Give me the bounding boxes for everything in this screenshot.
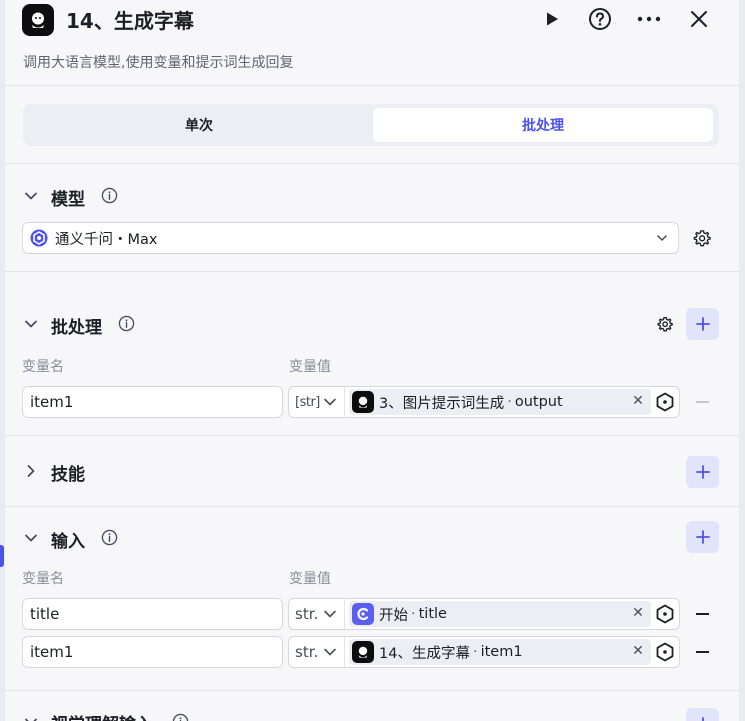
chevron-down-icon: [324, 610, 336, 618]
remove-row-button[interactable]: [693, 605, 711, 623]
ref-separator: ·: [411, 606, 416, 622]
variable-picker-icon[interactable]: [655, 642, 675, 662]
more-icon[interactable]: [635, 5, 663, 33]
ref-node-name: 开始: [379, 607, 408, 624]
llm-node-icon: [22, 4, 54, 36]
chevron-down-icon: [324, 648, 336, 656]
add-skill-button[interactable]: [686, 456, 719, 488]
model-section-title: 模型: [51, 190, 85, 210]
divider: [5, 690, 739, 691]
add-input-button[interactable]: [686, 521, 719, 553]
node-title[interactable]: 14、生成字幕: [66, 6, 194, 36]
plus-icon: [695, 530, 710, 544]
type-select[interactable]: str.: [289, 637, 345, 667]
llm-node-icon: [352, 641, 374, 663]
chevron-down-icon: [657, 235, 667, 242]
chevron-down-icon[interactable]: [23, 530, 39, 546]
batch-var-value-box: [str] 3、图片提示词生成 · output ✕: [288, 386, 680, 418]
gear-icon[interactable]: [657, 316, 673, 332]
plus-icon: [695, 465, 710, 479]
ref-var-name: item1: [480, 644, 523, 660]
start-node-icon: [352, 603, 374, 625]
canvas-edge-tab: [0, 545, 4, 567]
batch-var-name-input[interactable]: item1: [22, 386, 283, 418]
tab-single[interactable]: 单次: [27, 108, 371, 142]
close-icon[interactable]: [685, 5, 713, 33]
mode-tabs: 单次 批处理: [23, 104, 719, 146]
selected-model-label: 通义千问・Max: [55, 231, 158, 248]
add-batch-variable-button[interactable]: [686, 308, 719, 340]
variable-picker-icon[interactable]: [655, 392, 675, 412]
llm-node-icon: [352, 391, 374, 413]
model-select[interactable]: 通义千问・Max: [22, 222, 679, 254]
remove-row-button[interactable]: [693, 393, 711, 411]
node-description[interactable]: 调用大语言模型,使用变量和提示词生成回复: [23, 52, 293, 72]
type-label: str.: [295, 643, 319, 661]
qwen-logo-icon: [30, 229, 48, 247]
divider: [5, 271, 739, 272]
panel-header: 14、生成字幕 调用大语言模型,使用变量和提示词生成回复: [5, 0, 739, 86]
llm-node-panel: 14、生成字幕 调用大语言模型,使用变量和提示词生成回复 单次 批处理 模型 通…: [5, 0, 739, 721]
input-col-name: 变量名: [22, 571, 64, 587]
tab-batch[interactable]: 批处理: [373, 108, 713, 142]
input-var-value-box: str. 开始 · title ✕: [288, 598, 680, 630]
clear-icon[interactable]: ✕: [629, 392, 647, 410]
play-icon[interactable]: [538, 5, 566, 33]
help-icon[interactable]: [586, 5, 614, 33]
input-var-name-input[interactable]: title: [22, 598, 283, 630]
input-section-title: 输入: [51, 532, 85, 552]
ref-node-name: 3、图片提示词生成: [379, 395, 505, 412]
ref-separator: ·: [507, 394, 512, 410]
variable-reference-chip[interactable]: 开始 · title ✕: [349, 601, 651, 627]
clear-icon[interactable]: ✕: [629, 604, 647, 622]
ref-var-name: title: [418, 606, 447, 622]
remove-row-button[interactable]: [693, 643, 711, 661]
divider: [5, 506, 739, 507]
chevron-down-icon: [324, 398, 336, 406]
gear-icon[interactable]: [693, 229, 711, 247]
input-var-value-box: str. 14、生成字幕 · item1 ✕: [288, 636, 680, 668]
ref-separator: ·: [472, 644, 478, 660]
variable-picker-icon[interactable]: [655, 604, 675, 624]
type-label: str.: [295, 605, 319, 623]
skills-section-title: 技能: [51, 465, 85, 485]
divider: [5, 163, 739, 164]
ref-node-name: 14、生成字幕: [379, 645, 470, 662]
clear-icon[interactable]: ✕: [629, 642, 647, 660]
info-icon[interactable]: [101, 187, 118, 204]
ref-var-name: output: [514, 394, 563, 410]
chevron-down-icon[interactable]: [23, 316, 39, 332]
divider: [5, 435, 739, 436]
info-icon[interactable]: [172, 713, 189, 721]
input-var-name-input[interactable]: item1: [22, 636, 283, 668]
input-col-value: 变量值: [289, 571, 331, 587]
chevron-right-icon[interactable]: [23, 463, 39, 479]
batch-section-title: 批处理: [51, 318, 102, 338]
chevron-down-icon[interactable]: [23, 714, 39, 721]
type-select[interactable]: [str]: [289, 387, 345, 417]
plus-icon: [695, 317, 710, 331]
batch-col-name: 变量名: [22, 359, 64, 375]
info-icon[interactable]: [101, 529, 118, 546]
variable-reference-chip[interactable]: 14、生成字幕 · item1 ✕: [349, 639, 651, 665]
vision-input-section-title: 视觉理解输入: [51, 710, 153, 721]
chevron-down-icon[interactable]: [23, 188, 39, 204]
info-icon[interactable]: [118, 315, 135, 332]
variable-reference-chip[interactable]: 3、图片提示词生成 · output ✕: [349, 389, 651, 415]
type-label: [str]: [295, 394, 320, 410]
type-select[interactable]: str.: [289, 599, 345, 629]
batch-col-value: 变量值: [289, 359, 331, 375]
add-vision-input-button[interactable]: [686, 708, 719, 721]
plus-icon: [701, 717, 704, 721]
